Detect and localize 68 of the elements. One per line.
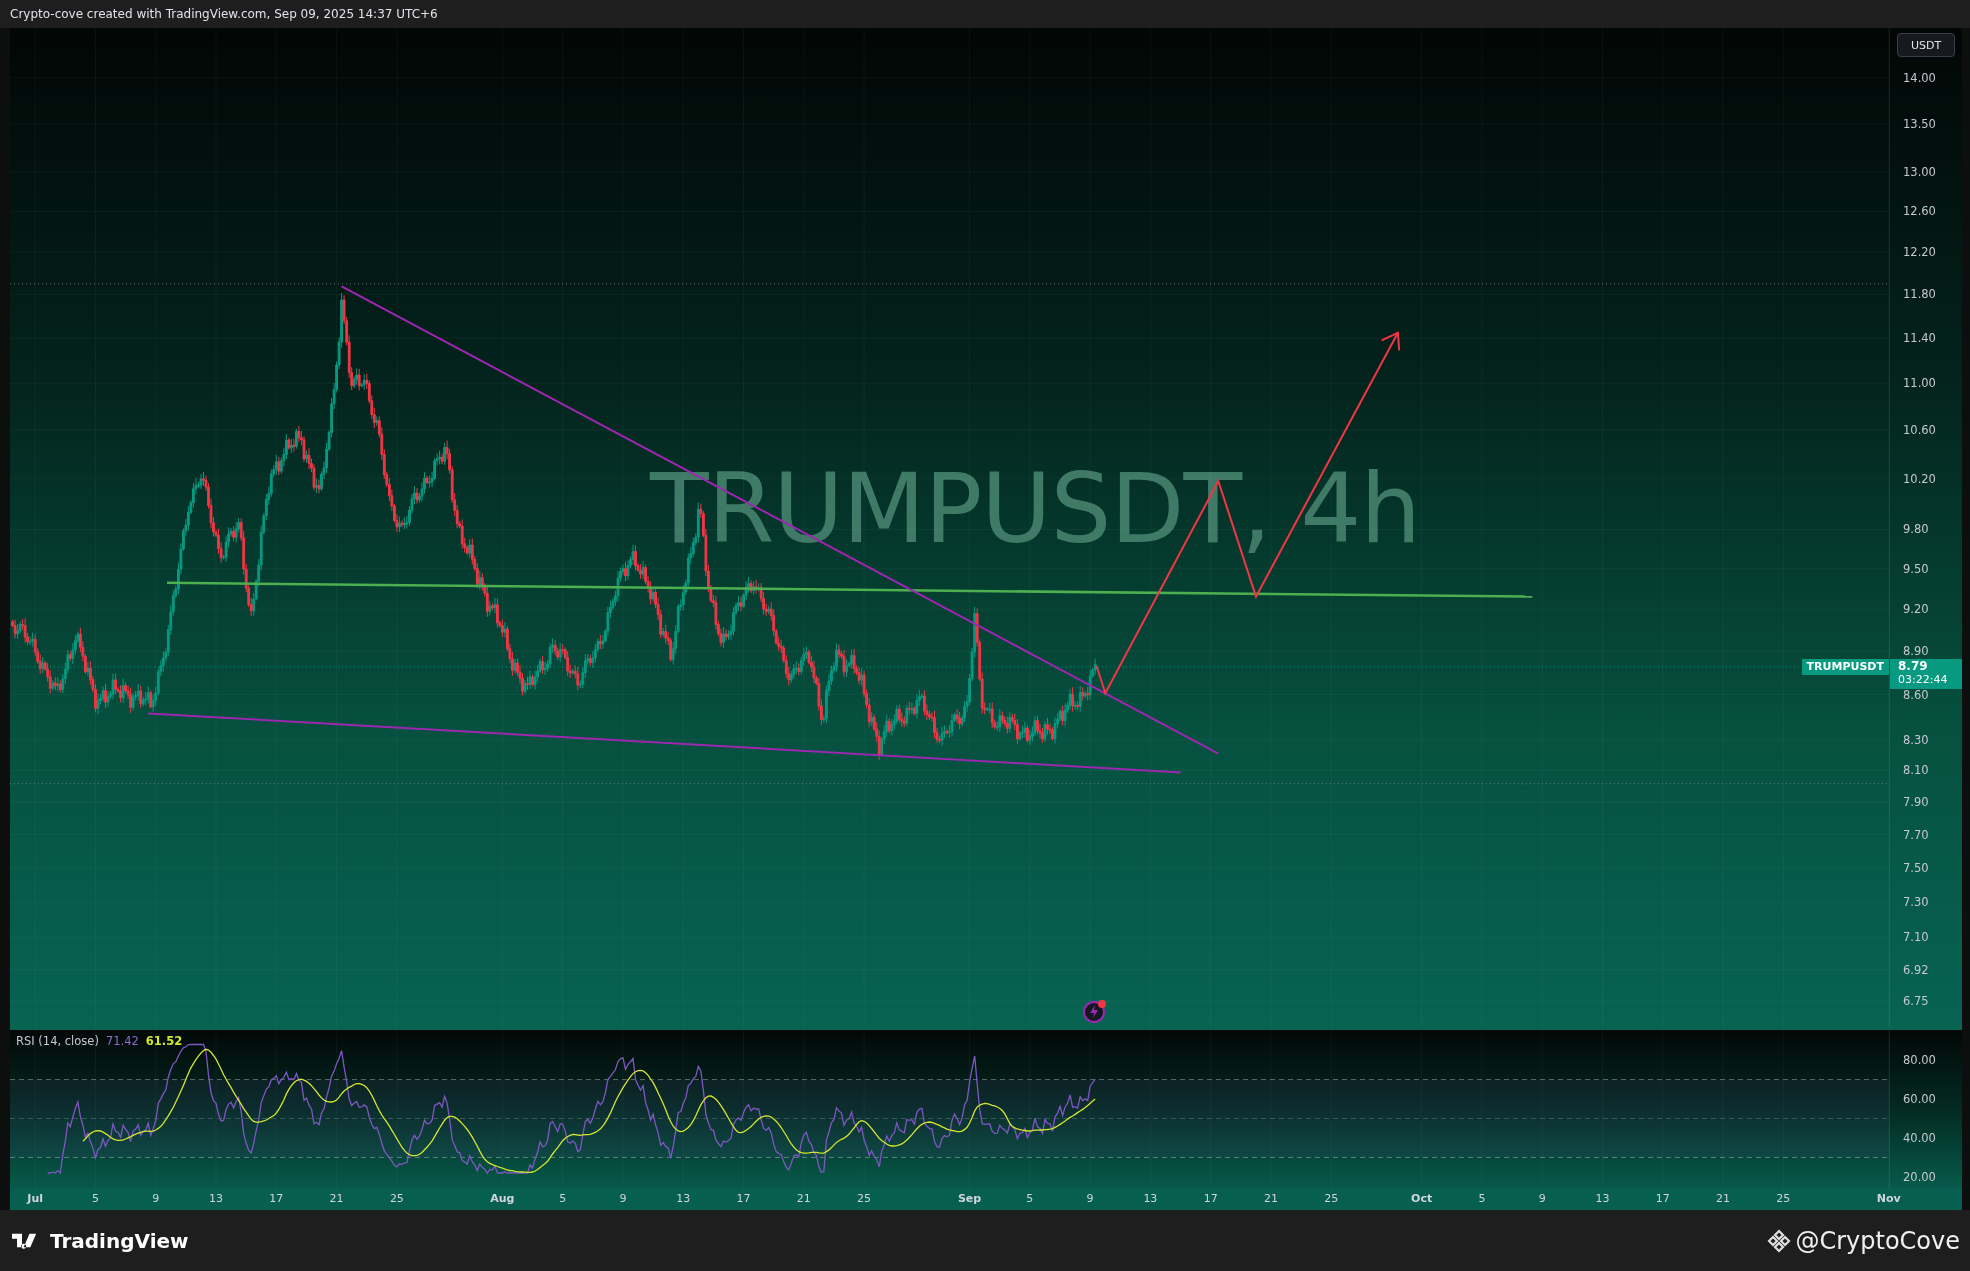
date-label: 21 (329, 1192, 344, 1205)
price-label: 7.30 (1903, 894, 1929, 911)
price-label: 11.80 (1903, 286, 1936, 303)
date-label: 17 (269, 1192, 284, 1205)
price-label: 9.80 (1903, 521, 1929, 538)
price-label: 11.00 (1903, 375, 1936, 392)
price-label: 8.10 (1903, 762, 1929, 779)
price-label: 7.70 (1903, 826, 1929, 843)
date-label: 9 (1086, 1192, 1094, 1205)
date-label: 17 (736, 1192, 751, 1205)
rsi-value: 71.42 (105, 1034, 139, 1048)
date-label: 13 (1143, 1192, 1158, 1205)
price-label: 7.90 (1903, 794, 1929, 811)
price-label: 10.20 (1903, 470, 1936, 487)
date-label: 21 (1716, 1192, 1731, 1205)
date-label: Nov (1876, 1192, 1901, 1205)
date-label: 9 (619, 1192, 627, 1205)
price-label: 7.50 (1903, 859, 1929, 876)
date-label: Sep (957, 1192, 982, 1205)
symbol-tag: TRUMPUSDT (1801, 659, 1889, 675)
rsi-scale-label: 60.00 (1903, 1091, 1936, 1108)
tradingview-logo[interactable]: TradingView (12, 1228, 189, 1253)
date-label: 25 (389, 1192, 404, 1205)
price-label: 9.50 (1903, 560, 1929, 577)
price-label: 6.75 (1903, 993, 1929, 1010)
date-label: 21 (796, 1192, 811, 1205)
price-label: 8.30 (1903, 731, 1929, 748)
price-label: 8.90 (1903, 643, 1929, 660)
date-label: 5 (1026, 1192, 1034, 1205)
price-label: 7.10 (1903, 929, 1929, 946)
date-label: Jul (27, 1192, 44, 1205)
date-label: 5 (559, 1192, 567, 1205)
currency-button[interactable]: USDT (1897, 33, 1955, 57)
date-label: 17 (1655, 1192, 1670, 1205)
date-label: 21 (1263, 1192, 1278, 1205)
rsi-average-value: 61.52 (145, 1034, 183, 1048)
date-label: 25 (1324, 1192, 1339, 1205)
price-label: 12.60 (1903, 203, 1936, 220)
rsi-scale-label: 40.00 (1903, 1129, 1936, 1146)
rsi-scale-label: 80.00 (1903, 1052, 1936, 1069)
date-label: 5 (91, 1192, 99, 1205)
diamond-icon (1767, 1228, 1792, 1253)
date-label: 25 (1776, 1192, 1791, 1205)
date-label: 25 (857, 1192, 872, 1205)
price-label: 12.20 (1903, 244, 1936, 261)
date-label: 13 (676, 1192, 691, 1205)
price-label: 14.00 (1903, 70, 1936, 86)
chart-caption: Crypto-cove created with TradingView.com, Sep 09, 2025 14:37 UTC+6 (10, 7, 438, 21)
indicator-label: RSI (14, close) (16, 1034, 99, 1048)
author-handle: @CryptoCove (1795, 1226, 1960, 1255)
last-price-tag: 8.79 03:22:44 (1890, 659, 1962, 689)
price-label: 10.60 (1903, 422, 1936, 439)
price-label: 13.50 (1903, 116, 1936, 132)
lightning-icon[interactable] (1082, 998, 1108, 1024)
date-label: 17 (1203, 1192, 1218, 1205)
date-label: Aug (490, 1192, 515, 1205)
date-label: Oct (1411, 1192, 1433, 1205)
price-label: 13.00 (1903, 163, 1936, 180)
date-label: 5 (1478, 1192, 1486, 1205)
date-label: 13 (1595, 1192, 1610, 1205)
price-label: 9.20 (1903, 601, 1929, 618)
price-label: 11.40 (1903, 330, 1936, 346)
date-label: 9 (1538, 1192, 1546, 1205)
price-label: 6.92 (1903, 961, 1929, 978)
rsi-scale-label: 20.00 (1903, 1168, 1936, 1185)
date-label: 13 (209, 1192, 224, 1205)
date-label: 9 (152, 1192, 160, 1205)
price-label: 8.60 (1903, 686, 1929, 703)
